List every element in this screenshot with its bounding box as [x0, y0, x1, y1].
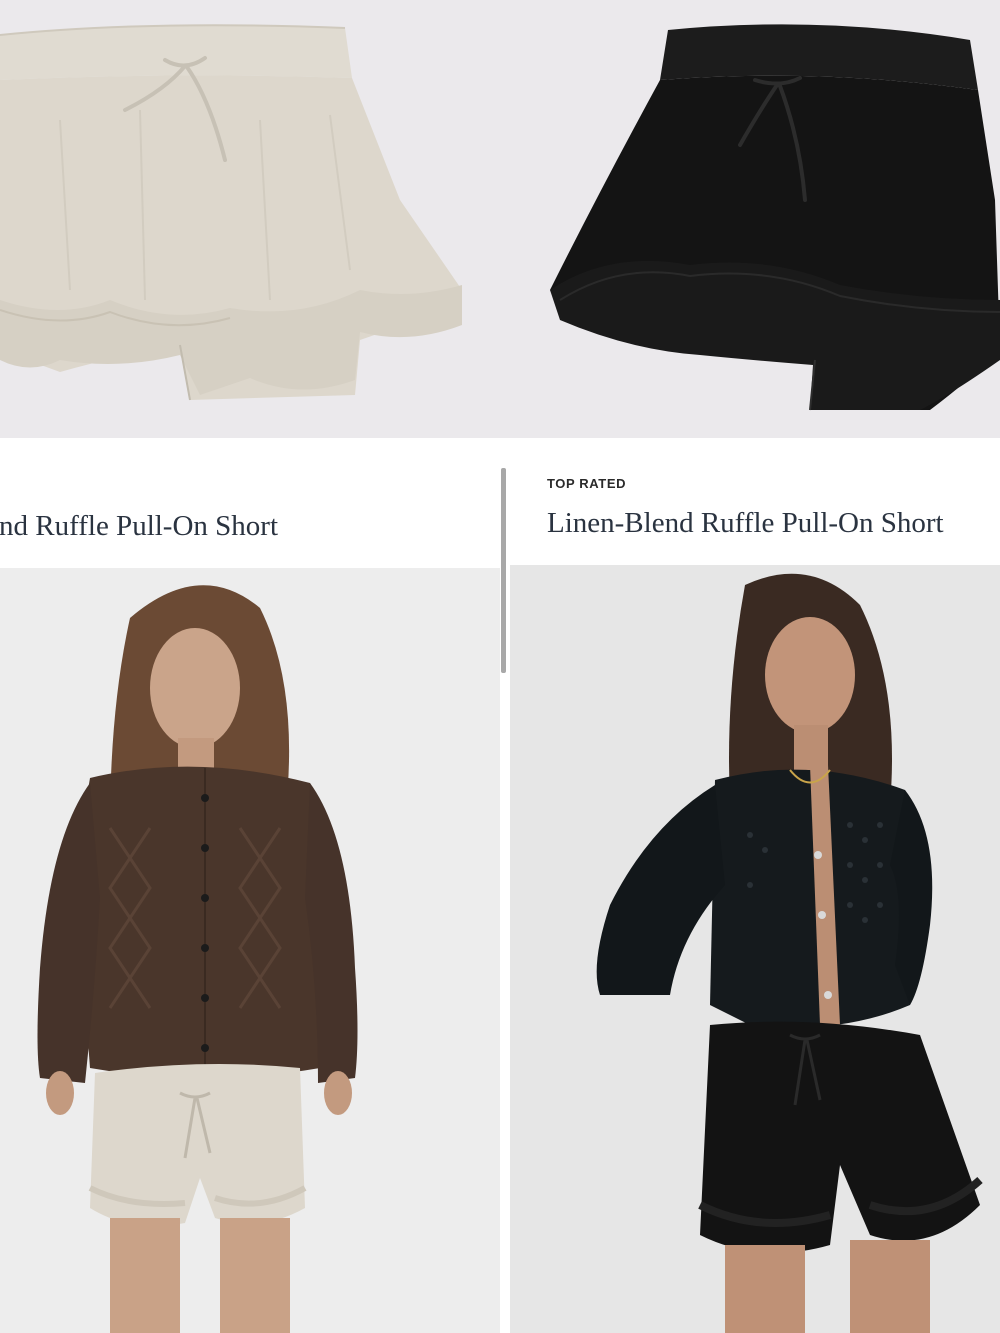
product-image-model-oatmeal[interactable] [0, 568, 500, 1333]
product-image-model-black[interactable] [510, 565, 1000, 1333]
product-image-flat-black[interactable] [500, 0, 1000, 438]
product-card-right-caption[interactable]: TOP RATED Linen-Blend Ruffle Pull-On Sho… [510, 438, 1000, 568]
product-image-flat-oatmeal[interactable] [0, 0, 500, 438]
top-rated-badge: TOP RATED [547, 476, 627, 491]
product-card-left-caption[interactable]: nd Ruffle Pull-On Short [0, 438, 500, 568]
product-title[interactable]: Linen-Blend Ruffle Pull-On Short [547, 507, 944, 540]
scrollbar-thumb[interactable] [501, 468, 506, 673]
product-title[interactable]: nd Ruffle Pull-On Short [0, 510, 278, 543]
